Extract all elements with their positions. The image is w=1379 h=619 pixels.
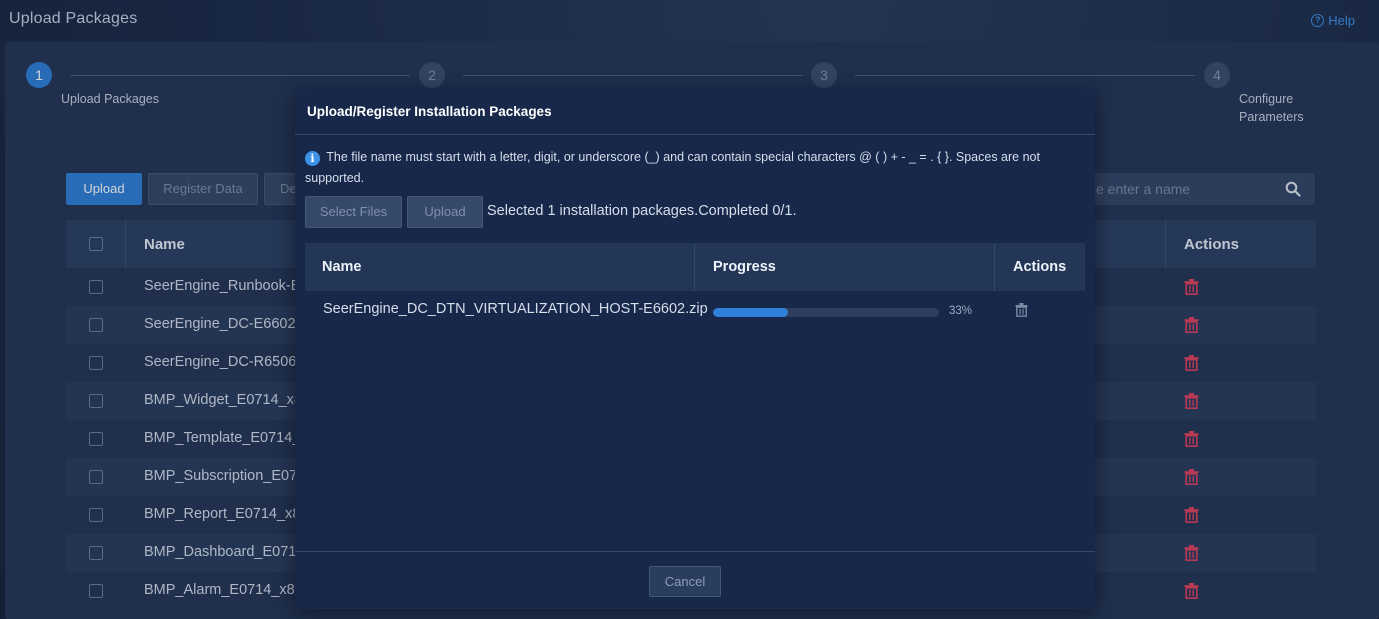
select-files-button[interactable]: Select Files <box>305 196 402 228</box>
upload-table: Name Progress Actions SeerEngine_DC_DTN_… <box>305 243 1085 329</box>
progress-column-header: Progress <box>713 259 776 275</box>
upload-status-text: Selected 1 installation packages.Complet… <box>487 203 797 219</box>
column-separator <box>694 243 695 291</box>
upload-dialog: Upload/Register Installation Packages i … <box>295 89 1095 609</box>
info-message: i The file name must start with a letter… <box>305 147 1075 189</box>
cancel-button[interactable]: Cancel <box>649 566 721 597</box>
dialog-title: Upload/Register Installation Packages <box>307 104 552 119</box>
name-column-header: Name <box>322 259 362 275</box>
delete-file-icon[interactable] <box>1015 303 1028 317</box>
progress-bar <box>713 308 939 317</box>
dialog-upload-button[interactable]: Upload <box>407 196 483 228</box>
info-text: The file name must start with a letter, … <box>305 150 1040 185</box>
info-icon: i <box>305 151 320 166</box>
upload-table-row: SeerEngine_DC_DTN_VIRTUALIZATION_HOST-E6… <box>305 291 1085 329</box>
dialog-footer-divider <box>295 551 1095 552</box>
dialog-divider <box>295 134 1095 135</box>
progress-percent: 33% <box>949 305 973 317</box>
column-separator <box>994 243 995 291</box>
upload-table-header: Name Progress Actions <box>305 243 1085 291</box>
actions-column-header: Actions <box>1013 259 1067 275</box>
progress-bar-fill <box>713 308 788 317</box>
file-name: SeerEngine_DC_DTN_VIRTUALIZATION_HOST-E6… <box>323 301 708 317</box>
